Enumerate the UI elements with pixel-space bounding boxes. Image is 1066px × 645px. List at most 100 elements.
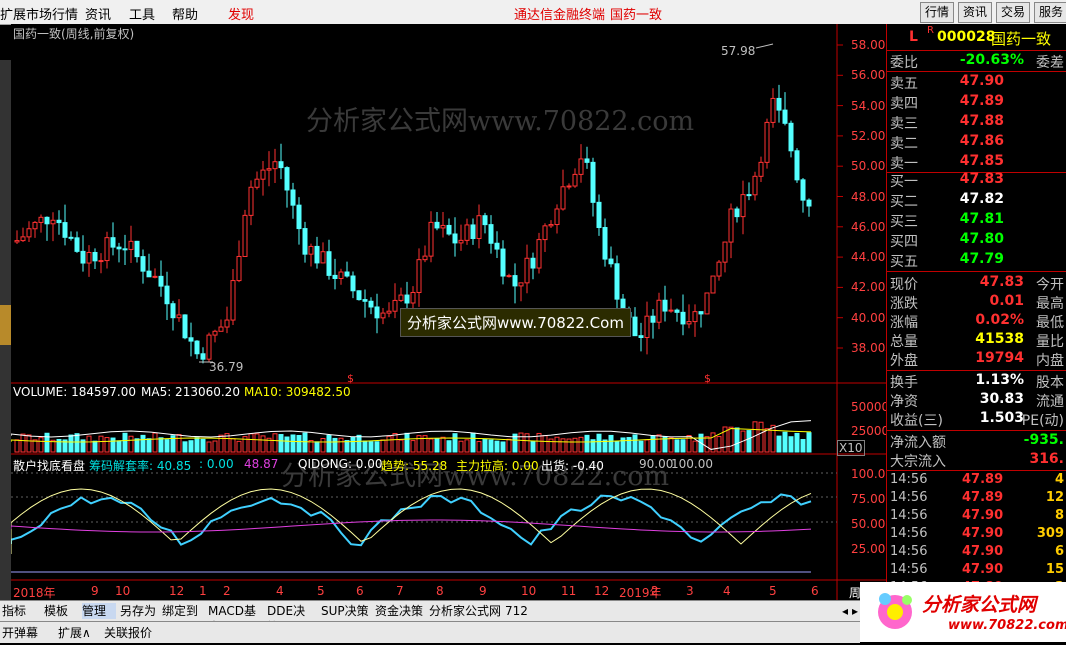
price-candle [602, 227, 608, 260]
volume-bar [728, 426, 734, 453]
price-axis-label: 44.00 [851, 250, 886, 265]
tab-item[interactable]: 模板 [44, 603, 78, 619]
volume-bar [404, 432, 410, 453]
volume-bar [518, 432, 524, 453]
menu-help[interactable]: 帮助 [172, 4, 198, 23]
quote-button[interactable]: 行情 [920, 2, 954, 23]
kline-chart[interactable]: $ $ 国药一致(周线,前复权) 57.98 36.79 分析家公式网www.70… [11, 24, 893, 600]
bottom-item[interactable]: 关联报价 [104, 624, 152, 641]
volume-axis-50000: 50000 [851, 400, 890, 414]
price-candle [14, 240, 20, 243]
price-candle [464, 224, 470, 241]
price-candle [404, 294, 410, 304]
volume-bar [434, 437, 440, 453]
tab-item[interactable]: 绑定到 [162, 603, 204, 619]
collapse-arrow-icon[interactable] [0, 305, 11, 345]
sell-level-3[interactable]: 卖三 47.88 [890, 113, 1064, 132]
stat-row: 净资 30.83 流通 [890, 391, 1064, 410]
weibi-row: 委比 -20.63% 委差 [890, 52, 1064, 71]
tab-item[interactable]: 指标 [2, 603, 40, 619]
volume-bar [530, 440, 536, 453]
high-marker [755, 43, 774, 49]
price-axis-label: 58.00 [851, 38, 886, 52]
volume-bar [320, 437, 326, 453]
buy-level-1[interactable]: 买一 47.83 [890, 171, 1064, 190]
time-axis-label: 1 [199, 584, 207, 598]
indicator-name: 散户找底看盘 [13, 459, 86, 473]
price-candle [422, 255, 428, 261]
tab-item[interactable]: 712 [505, 603, 535, 619]
tab-item[interactable]: 另存为 [120, 603, 158, 619]
volume-bar [92, 440, 98, 453]
price-candle [572, 173, 578, 187]
price-candle [692, 311, 698, 323]
price-candle [590, 161, 596, 203]
buy-level-3[interactable]: 买三 47.81 [890, 211, 1064, 230]
buy-level-5[interactable]: 买五 47.79 [890, 251, 1064, 270]
price-candle [236, 255, 242, 282]
stat-row: 涨跌 0.01 最高 [890, 293, 1064, 312]
tab-item[interactable]: DDE决策 [267, 603, 317, 634]
tab-item[interactable]: SUP决策 [321, 603, 371, 619]
service-button[interactable]: 服务 [1034, 2, 1066, 23]
scroll-left-icon[interactable]: ◂ [842, 603, 848, 619]
price-axis-label: 48.00 [851, 189, 886, 204]
scroll-right-icon[interactable]: ▸ [852, 603, 858, 619]
price-candle [782, 109, 788, 124]
price-candle [158, 275, 164, 287]
volume-bar [140, 434, 146, 453]
time-axis-label: 8 [436, 584, 444, 598]
left-collapse-bar[interactable] [0, 60, 11, 600]
tab-item[interactable]: MACD基本 [208, 603, 263, 634]
volume-bar [188, 440, 194, 453]
stat-row: 涨幅 0.02% 最低 [890, 312, 1064, 331]
bottom-bar: 开弹幕 扩展∧ 关联报价 [0, 621, 860, 643]
tab-item[interactable]: 管理 [82, 603, 116, 619]
volume-bar [458, 440, 464, 453]
bottom-item[interactable]: 开弹幕 [2, 624, 38, 641]
time-axis-label: 11 [561, 584, 577, 598]
price-candle [632, 316, 638, 337]
volume-bar [74, 433, 80, 453]
sell-level-1[interactable]: 卖一 47.85 [890, 153, 1064, 172]
sell-level-2[interactable]: 卖二 47.86 [890, 133, 1064, 152]
time-axis-label: 2018年 [13, 586, 56, 600]
menu-expand-market[interactable]: 扩展市场行情 [0, 4, 78, 23]
tab-item[interactable]: 分析家公式网 [429, 603, 501, 619]
indicator-v1: 筹码解套率: 40.85 [89, 459, 192, 473]
menu-discover[interactable]: 发现 [228, 4, 254, 23]
tab-item[interactable]: 资金决策 [375, 603, 425, 619]
menu-news[interactable]: 资讯 [85, 4, 111, 23]
volume-ma10: MA10: 309482.50 [244, 385, 351, 399]
volume-bar [302, 432, 308, 453]
price-candle [374, 306, 380, 319]
price-candle [578, 158, 584, 175]
price-candle [260, 169, 266, 180]
volume-bar [44, 432, 50, 453]
ad-banner[interactable]: 分析家公式网www.70822.Com [400, 308, 631, 337]
price-candle [614, 263, 620, 300]
price-candle [296, 204, 302, 230]
logo-text: 分析家公式网 [922, 594, 1037, 616]
trade-button[interactable]: 交易 [996, 2, 1030, 23]
price-candle [386, 310, 392, 314]
sell-level-4[interactable]: 卖四 47.89 [890, 93, 1064, 112]
price-candle [188, 337, 194, 342]
sell-level-5[interactable]: 卖五 47.90 [890, 73, 1064, 92]
chart-title: 国药一致(周线,前复权) [13, 27, 135, 41]
bottom-item[interactable]: 扩展∧ [58, 624, 91, 641]
volume-bar [782, 431, 788, 453]
price-axis-label: 56.00 [851, 68, 886, 83]
price-axis-label: 46.00 [851, 219, 886, 234]
volume-bar [548, 438, 554, 453]
dividend-marker: $ [704, 372, 711, 385]
volume-bar [290, 434, 296, 453]
buy-level-4[interactable]: 买四 47.80 [890, 231, 1064, 250]
menu-tools[interactable]: 工具 [129, 4, 155, 23]
price-candle [554, 208, 560, 226]
news-button[interactable]: 资讯 [958, 2, 992, 23]
indicator-v4: QIDONG: 0.00 [298, 457, 383, 471]
buy-level-2[interactable]: 买二 47.82 [890, 191, 1064, 210]
price-candle [380, 312, 386, 319]
time-axis-label: 10 [115, 584, 131, 598]
